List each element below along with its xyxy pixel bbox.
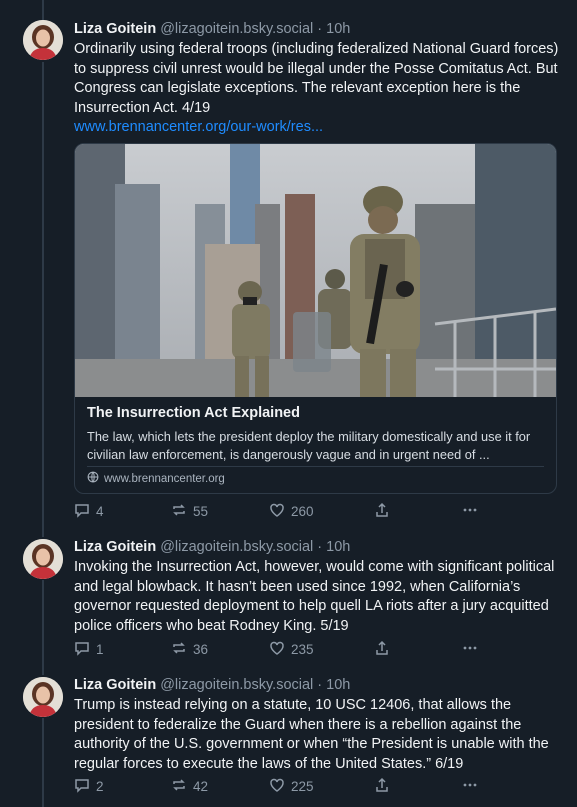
like-icon (269, 777, 285, 796)
reply-button[interactable]: 4 (74, 502, 104, 521)
like-button[interactable]: 225 (269, 777, 314, 796)
avatar[interactable] (23, 677, 63, 717)
reply-count: 4 (96, 504, 104, 519)
avatar[interactable] (23, 539, 63, 579)
author-name[interactable]: Liza Goitein (74, 539, 156, 555)
card-divider (87, 466, 544, 467)
post[interactable]: Liza Goitein @lizagoitein.bsky.social · … (0, 0, 577, 530)
author-handle[interactable]: @lizagoitein.bsky.social (160, 21, 313, 37)
repost-button[interactable]: 36 (171, 640, 208, 659)
separator: · (313, 677, 327, 693)
more-button[interactable] (462, 502, 478, 521)
repost-count: 42 (193, 779, 209, 794)
post-text: Trump is instead relying on a statute, 1… (74, 697, 549, 772)
post-time[interactable]: 10h (326, 21, 350, 37)
post[interactable]: Liza Goitein @lizagoitein.bsky.social · … (0, 675, 577, 807)
post-link[interactable]: www.brennancenter.org/our-work/res... (74, 119, 323, 135)
reply-icon (74, 502, 90, 521)
link-card[interactable]: The Insurrection Act Explained The law, … (74, 143, 557, 494)
post-actions: 1 36 235 (74, 640, 554, 660)
separator: · (313, 21, 327, 37)
share-button[interactable] (374, 640, 390, 659)
author-name[interactable]: Liza Goitein (74, 677, 156, 693)
globe-icon (87, 471, 99, 486)
more-button[interactable] (462, 777, 478, 796)
share-button[interactable] (374, 502, 390, 521)
post[interactable]: Liza Goitein @lizagoitein.bsky.social · … (0, 537, 577, 667)
card-description: The law, which lets the president deploy… (87, 429, 531, 462)
repost-count: 36 (193, 642, 209, 657)
author-handle[interactable]: @lizagoitein.bsky.social (160, 539, 313, 555)
more-icon (462, 777, 478, 796)
repost-button[interactable]: 55 (171, 502, 208, 521)
like-button[interactable]: 260 (269, 502, 314, 521)
reply-icon (74, 777, 90, 796)
post-body: Ordinarily using federal troops (includi… (74, 41, 559, 116)
author-name[interactable]: Liza Goitein (74, 21, 156, 37)
like-count: 225 (291, 779, 314, 794)
reply-button[interactable]: 2 (74, 777, 104, 796)
post-header: Liza Goitein @lizagoitein.bsky.social · … (74, 538, 350, 556)
post-time[interactable]: 10h (326, 677, 350, 693)
avatar[interactable] (23, 20, 63, 60)
like-count: 235 (291, 642, 314, 657)
reply-count: 1 (96, 642, 104, 657)
like-icon (269, 502, 285, 521)
card-image (75, 144, 556, 397)
separator: · (313, 539, 327, 555)
reply-count: 2 (96, 779, 104, 794)
post-actions: 4 55 260 (74, 502, 554, 522)
share-button[interactable] (374, 777, 390, 796)
repost-icon (171, 502, 187, 521)
like-button[interactable]: 235 (269, 640, 314, 659)
repost-button[interactable]: 42 (171, 777, 208, 796)
post-actions: 2 42 225 (74, 777, 554, 797)
more-icon (462, 502, 478, 521)
more-icon (462, 640, 478, 659)
card-domain: www.brennancenter.org (87, 471, 225, 486)
post-time[interactable]: 10h (326, 539, 350, 555)
card-domain-text: www.brennancenter.org (104, 472, 225, 485)
like-count: 260 (291, 504, 314, 519)
repost-count: 55 (193, 504, 209, 519)
reply-icon (74, 640, 90, 659)
card-title[interactable]: The Insurrection Act Explained (87, 405, 300, 421)
post-text: Ordinarily using federal troops (includi… (74, 40, 560, 138)
post-header: Liza Goitein @lizagoitein.bsky.social · … (74, 20, 350, 38)
author-handle[interactable]: @lizagoitein.bsky.social (160, 677, 313, 693)
share-icon (374, 502, 390, 521)
more-button[interactable] (462, 640, 478, 659)
share-icon (374, 777, 390, 796)
post-text: Invoking the Insurrection Act, however, … (74, 559, 555, 634)
repost-icon (171, 777, 187, 796)
share-icon (374, 640, 390, 659)
like-icon (269, 640, 285, 659)
reply-button[interactable]: 1 (74, 640, 104, 659)
repost-icon (171, 640, 187, 659)
post-header: Liza Goitein @lizagoitein.bsky.social · … (74, 676, 350, 694)
